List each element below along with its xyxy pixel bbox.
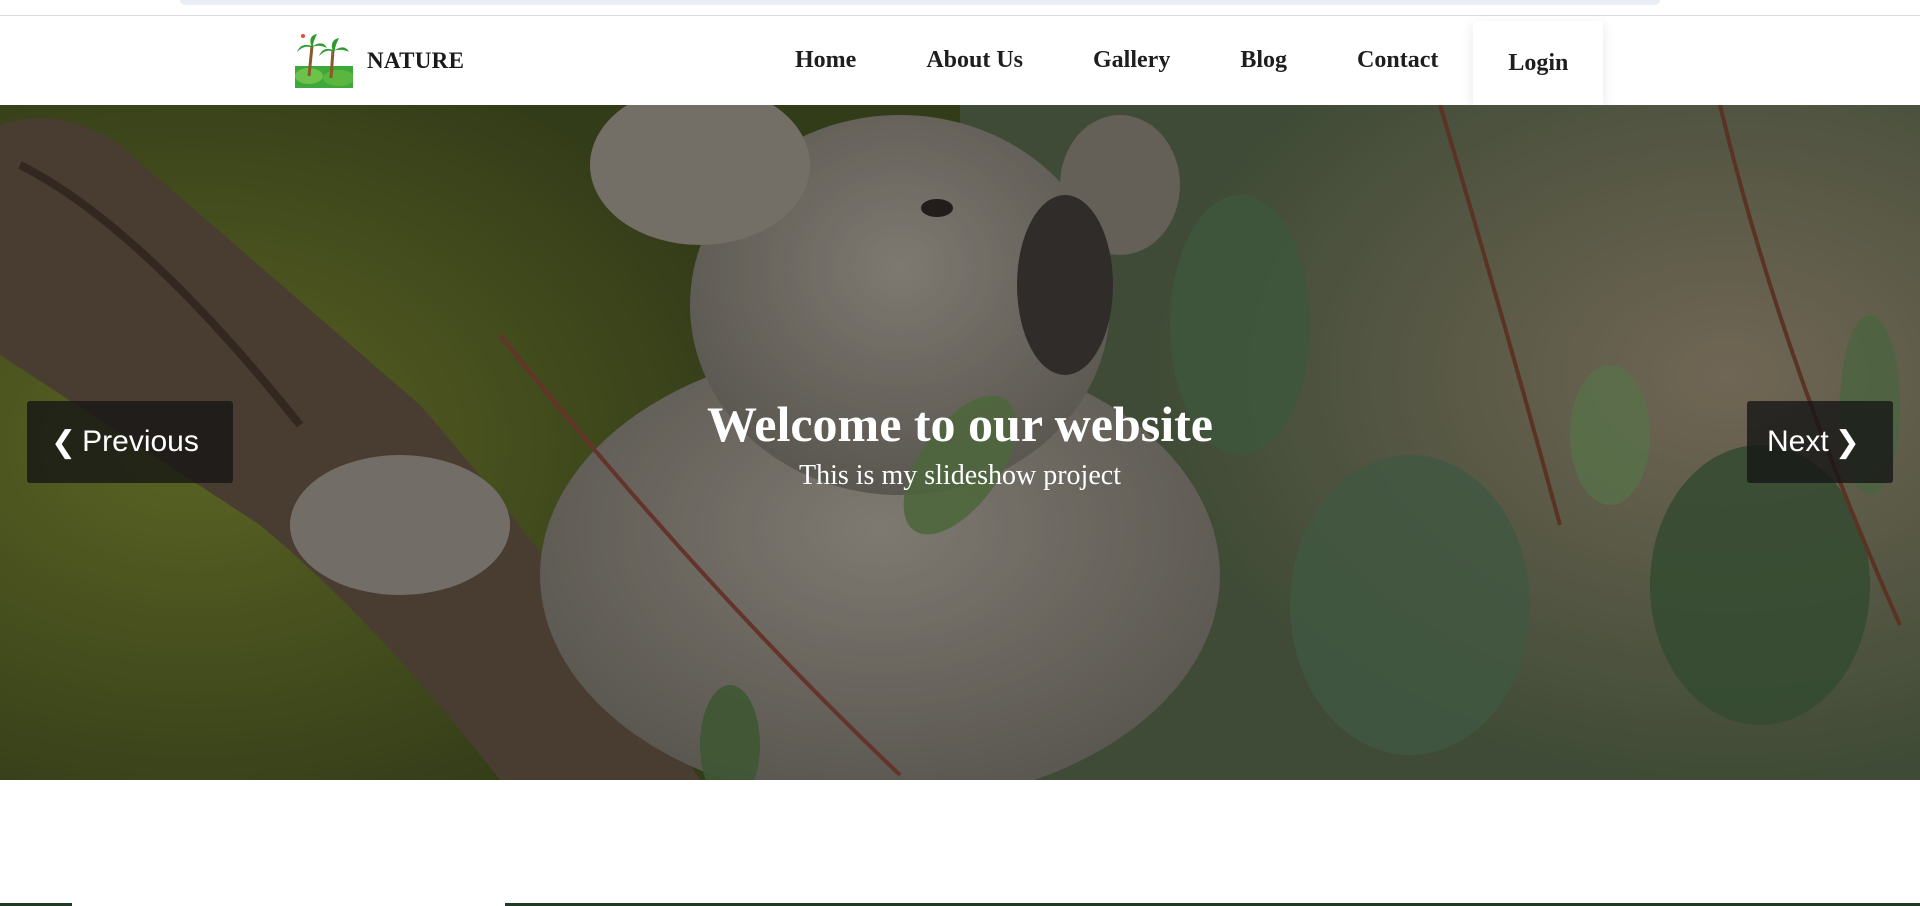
- nav-item-home[interactable]: Home: [760, 16, 891, 105]
- top-strip-pill: [180, 0, 1660, 5]
- slide-title: Welcome to our website: [707, 396, 1213, 452]
- nav-item-about-us[interactable]: About Us: [891, 16, 1058, 105]
- chevron-left-icon: ❮: [51, 425, 77, 459]
- main-nav: Home About Us Gallery Blog Contact Login: [760, 16, 1604, 105]
- navbar: NATURE Home About Us Gallery Blog Contac…: [0, 16, 1920, 105]
- palm-trees-logo-icon[interactable]: [295, 32, 355, 88]
- browser-top-strip: [0, 0, 1920, 16]
- nav-item-gallery[interactable]: Gallery: [1058, 16, 1205, 105]
- slide-subtitle: This is my slideshow project: [799, 460, 1121, 491]
- brand-name[interactable]: NATURE: [367, 48, 464, 74]
- nav-item-blog[interactable]: Blog: [1205, 16, 1322, 105]
- nav-item-login[interactable]: Login: [1473, 20, 1604, 105]
- nav-item-contact[interactable]: Contact: [1322, 16, 1473, 105]
- chevron-right-icon: ❯: [1834, 425, 1860, 459]
- slideshow: Welcome to our website This is my slides…: [0, 105, 1920, 780]
- next-button[interactable]: Next ❯: [1747, 401, 1893, 483]
- previous-label: Previous: [82, 425, 199, 458]
- previous-button[interactable]: ❮ Previous: [27, 401, 233, 483]
- next-label: Next: [1767, 425, 1829, 458]
